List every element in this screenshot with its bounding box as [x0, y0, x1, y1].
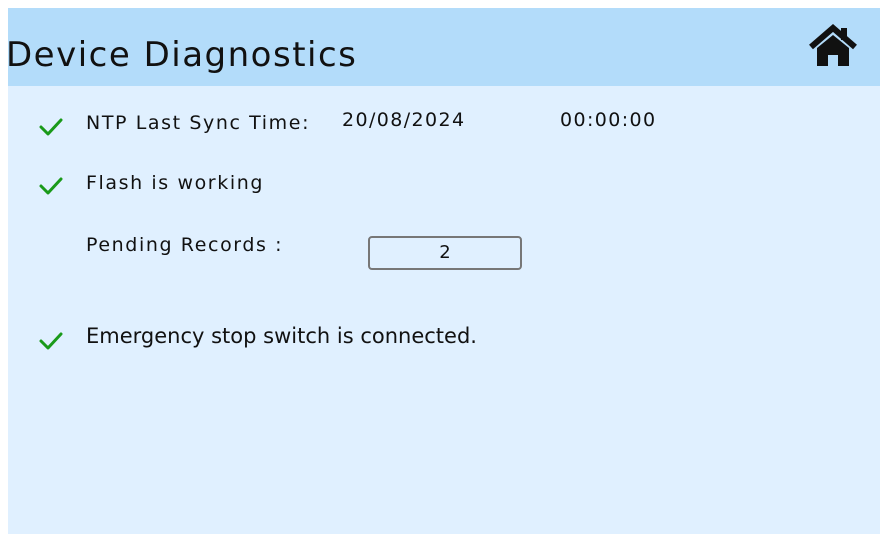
flash-status-label: Flash is working — [86, 172, 265, 194]
ntp-sync-label: NTP Last Sync Time: — [86, 112, 311, 134]
home-button[interactable] — [808, 24, 858, 68]
check-icon — [39, 332, 63, 350]
header-bar: Device Diagnostics — [8, 8, 880, 86]
ntp-sync-time: 00:00:00 — [560, 109, 657, 131]
pending-records-label: Pending Records : — [86, 234, 284, 256]
check-icon — [39, 118, 63, 136]
diagnostics-screen: Device Diagnostics NTP Last Sync Time: 2… — [8, 8, 880, 534]
page-title: Device Diagnostics — [8, 35, 358, 75]
emergency-stop-label: Emergency stop switch is connected. — [86, 324, 477, 348]
home-icon — [809, 24, 857, 66]
pending-records-field: 2 — [368, 236, 522, 270]
check-icon — [39, 177, 63, 195]
ntp-sync-date: 20/08/2024 — [342, 109, 466, 131]
